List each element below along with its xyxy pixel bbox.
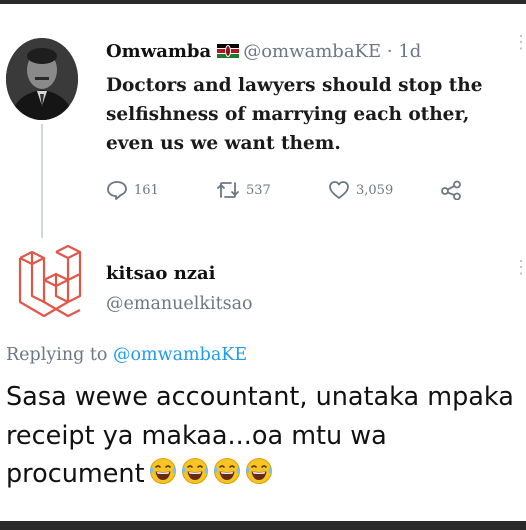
display-name[interactable]: Omwamba	[106, 41, 211, 62]
bottom-edge-bar	[0, 521, 526, 530]
top-edge-bar	[0, 0, 526, 4]
emoji-group	[145, 457, 273, 497]
profile-photo	[6, 38, 78, 120]
user-handle[interactable]: @emanuelkitsao	[106, 294, 253, 314]
face-with-tears-of-joy-icon	[149, 457, 177, 485]
share-button[interactable]	[440, 180, 462, 200]
time-separator: ·	[381, 41, 399, 62]
avatar[interactable]	[6, 38, 78, 120]
share-icon	[441, 180, 461, 200]
kenya-flag-icon	[217, 44, 240, 58]
avatar[interactable]	[14, 244, 84, 324]
tweet-text: Doctors and lawyers should stop the self…	[106, 75, 483, 154]
display-name[interactable]: kitsao nzai	[106, 263, 216, 284]
retweet-button[interactable]: 537	[216, 180, 271, 200]
more-options-icon[interactable]: ⋮	[512, 259, 526, 277]
tweet-header: Omwamba @omwambaKE · 1d	[106, 41, 421, 62]
reply-text: Sasa wewe accountant, unataka mpaka rece…	[6, 378, 521, 497]
user-handle[interactable]: @omwambaKE	[243, 41, 381, 62]
like-button[interactable]: 3,059	[328, 180, 393, 200]
replying-to: Replying to @omwambaKE	[6, 345, 247, 365]
face-with-tears-of-joy-icon	[213, 457, 241, 485]
reply-button[interactable]: 161	[106, 180, 159, 200]
timestamp[interactable]: 1d	[398, 41, 421, 62]
replying-to-label: Replying to	[6, 345, 113, 365]
replying-to-handle-link[interactable]: @omwambaKE	[113, 345, 247, 365]
face-with-tears-of-joy-icon	[245, 457, 273, 485]
like-count: 3,059	[356, 182, 394, 198]
face-with-tears-of-joy-icon	[181, 457, 209, 485]
reply-icon	[107, 181, 127, 200]
laravel-logo-icon	[18, 244, 82, 318]
retweet-icon	[217, 182, 239, 198]
retweet-count: 537	[246, 182, 271, 198]
reply-count: 161	[134, 182, 159, 198]
more-options-icon[interactable]: ⋮	[512, 34, 526, 52]
thread-line	[41, 124, 43, 238]
heart-icon	[329, 181, 349, 199]
